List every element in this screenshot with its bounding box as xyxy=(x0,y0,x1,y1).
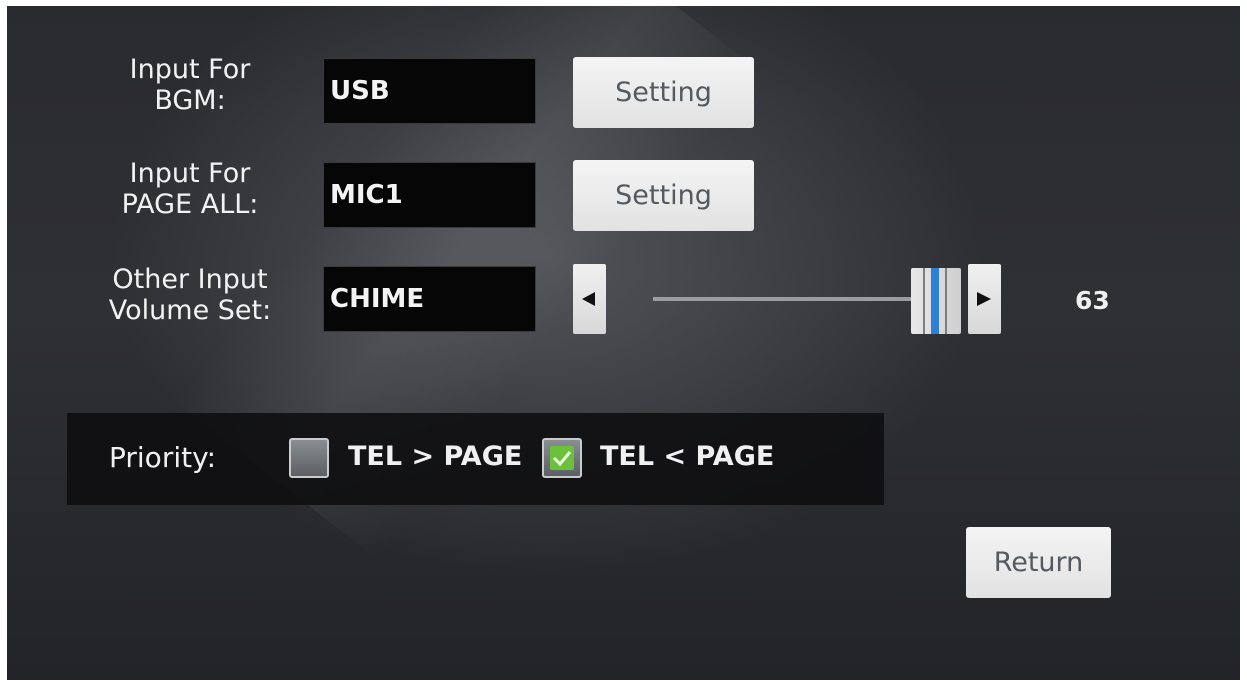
page-all-input-field[interactable]: MIC1 xyxy=(323,162,536,228)
other-input-field[interactable]: CHIME xyxy=(323,266,536,332)
bgm-label-line1: Input For xyxy=(129,54,251,85)
thumb-grip-right xyxy=(945,268,947,334)
priority-bar: Priority: TEL > PAGE TEL < PAGE xyxy=(67,413,884,505)
other-input-label: Other Input Volume Set: xyxy=(70,264,310,326)
tel-gt-page-label[interactable]: TEL > PAGE xyxy=(348,441,522,472)
volume-slider-track[interactable] xyxy=(653,297,915,301)
page-all-setting-button[interactable]: Setting xyxy=(573,160,754,231)
thumb-grip-center xyxy=(931,268,939,334)
tel-gt-page-checkbox[interactable] xyxy=(289,438,329,478)
tel-lt-page-label[interactable]: TEL < PAGE xyxy=(600,441,774,472)
bgm-label-line2: BGM: xyxy=(154,85,226,116)
volume-decrease-button[interactable] xyxy=(573,264,606,334)
other-input-label-line1: Other Input xyxy=(112,264,268,295)
other-input-label-line2: Volume Set: xyxy=(108,295,272,326)
left-arrow-icon xyxy=(582,292,595,306)
page-all-label: Input For PAGE ALL: xyxy=(70,158,310,220)
page-all-label-line1: Input For xyxy=(129,158,251,189)
volume-slider-thumb[interactable] xyxy=(911,268,961,334)
page-all-label-line2: PAGE ALL: xyxy=(121,189,259,220)
bgm-label: Input For BGM: xyxy=(70,54,310,116)
right-arrow-icon xyxy=(977,292,991,306)
thumb-grip-left xyxy=(923,268,925,334)
volume-increase-button[interactable] xyxy=(968,264,1001,334)
return-button[interactable]: Return xyxy=(966,527,1111,598)
checkmark-icon xyxy=(552,451,572,467)
bgm-setting-button[interactable]: Setting xyxy=(573,57,754,128)
tel-lt-page-checkbox[interactable] xyxy=(542,438,582,478)
bgm-input-field[interactable]: USB xyxy=(323,58,536,124)
volume-value: 63 xyxy=(1075,286,1110,315)
settings-screen: Input For BGM: USB Setting Input For PAG… xyxy=(7,6,1240,680)
priority-label: Priority: xyxy=(109,441,217,474)
